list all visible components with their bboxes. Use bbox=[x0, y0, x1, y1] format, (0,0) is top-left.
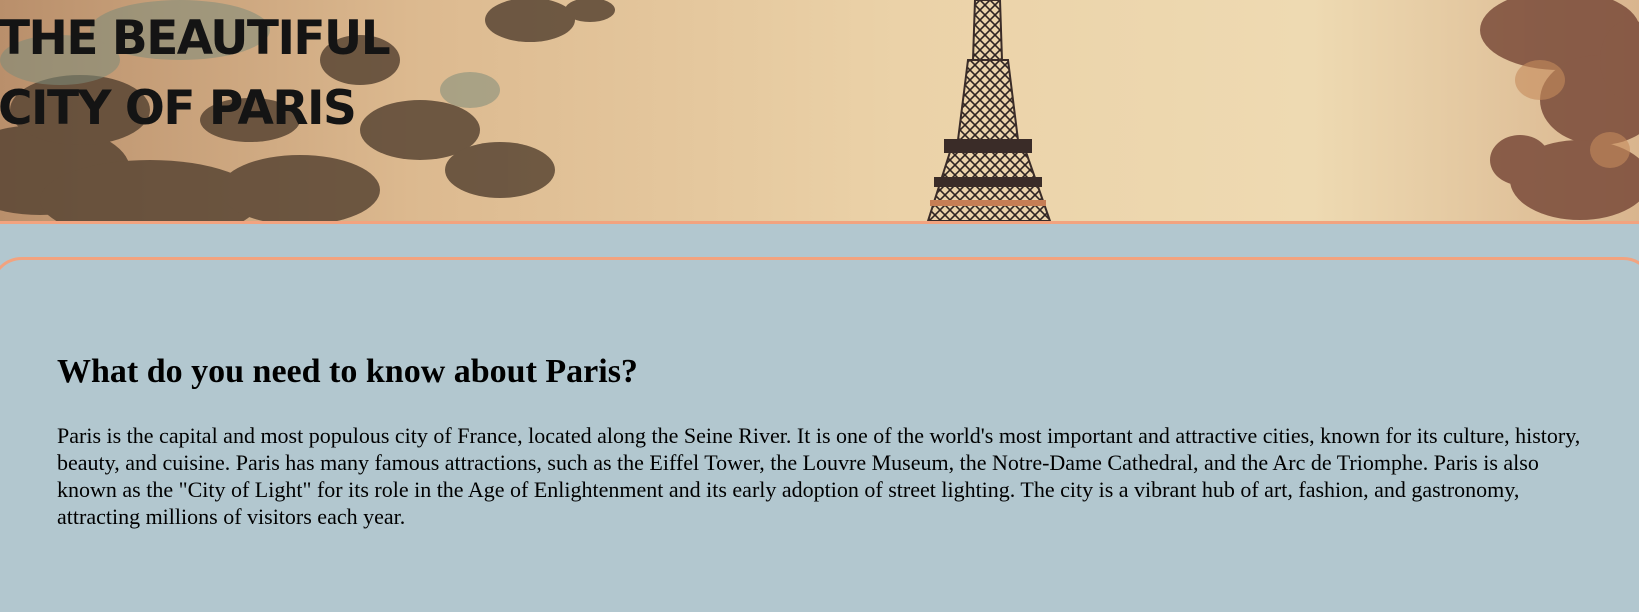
title-line-1: THE BEAUTIFUL bbox=[0, 11, 391, 66]
title-line-2: CITY OF PARIS bbox=[0, 81, 357, 136]
hero-banner: THE BEAUTIFUL CITY OF PARIS bbox=[0, 0, 1639, 224]
section-paragraph: Paris is the capital and most populous c… bbox=[57, 423, 1581, 529]
page-title: THE BEAUTIFUL CITY OF PARIS bbox=[0, 4, 391, 144]
section-heading: What do you need to know about Paris? bbox=[57, 353, 638, 390]
page: THE BEAUTIFUL CITY OF PARIS What do you … bbox=[0, 0, 1639, 612]
